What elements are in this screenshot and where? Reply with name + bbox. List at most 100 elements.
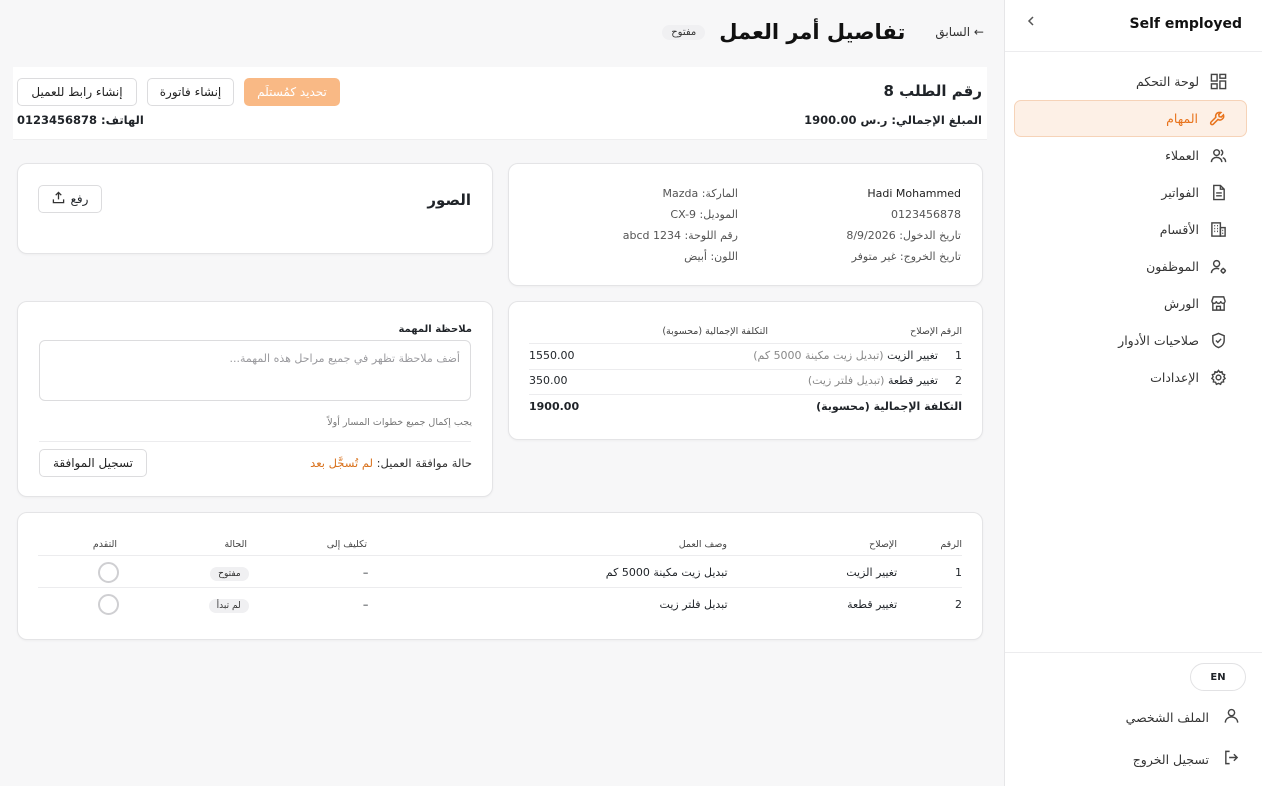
table-row: 1 تغيير الزيت تبديل زيت مكينة 5000 كم – …	[38, 561, 962, 583]
sidebar-item-invoices[interactable]: الفواتير	[1014, 174, 1247, 211]
task-num: 1	[955, 565, 962, 579]
col-repair: الإصلاح	[869, 539, 897, 550]
repair-cost: 1550.00	[529, 349, 575, 362]
repairs-table: الرقم الإصلاح التكلفة الإجمالية (محسوبة)…	[529, 322, 962, 432]
task-note-card: ملاحظة المهمة أضف ملاحظة تظهر في جميع مر…	[17, 301, 493, 497]
sidebar-item-departments[interactable]: الأقسام	[1014, 211, 1247, 248]
sidebar-item-label: المهام	[1166, 111, 1198, 126]
repair-name: تغيير قطعة	[887, 374, 938, 387]
record-approval-button[interactable]: تسجيل الموافقة	[39, 449, 147, 477]
approval-label: حالة موافقة العميل:	[376, 456, 472, 470]
upload-label: رفع	[70, 192, 89, 206]
entry-date: تاريخ الدخول: 8/9/2026	[846, 229, 961, 242]
task-repair: تغيير الزيت	[846, 565, 898, 579]
mark-received-button[interactable]: تحديد كمُستلَم	[244, 78, 340, 106]
col-progress: التقدم	[92, 539, 117, 550]
note-textarea[interactable]: أضف ملاحظة تظهر في جميع مراحل هذه المهمة…	[39, 340, 471, 401]
vehicle-color: اللون: أبيض	[684, 250, 738, 263]
shield-icon	[1209, 332, 1227, 350]
sidebar-item-label: الورش	[1163, 296, 1199, 311]
task-assignee: –	[362, 565, 369, 579]
gear-icon	[1209, 369, 1227, 387]
approval-status: حالة موافقة العميل: لم تُسجَّل بعد	[310, 456, 472, 470]
col-assignee: تكليف إلى	[326, 539, 367, 550]
user-gear-icon	[1209, 258, 1227, 276]
upload-icon	[52, 191, 65, 207]
approval-value: لم تُسجَّل بعد	[310, 456, 374, 470]
status-badge: مفتوح	[662, 24, 706, 40]
total-label: التكلفة الإجمالية (محسوبة)	[816, 400, 962, 413]
total-value: 1900.00	[529, 400, 580, 413]
sidebar-item-dashboard[interactable]: لوحة التحكم	[1014, 63, 1247, 100]
col-num: الرقم	[940, 539, 962, 550]
photos-card: الصور رفع	[17, 163, 493, 254]
sidebar-item-settings[interactable]: الإعدادات	[1014, 359, 1247, 396]
store-icon	[1209, 295, 1227, 313]
sidebar-nav: لوحة التحكم المهام العملاء الفواتير الأق…	[1005, 63, 1262, 396]
sidebar-item-role-permissions[interactable]: صلاحيات الأدوار	[1014, 322, 1247, 359]
progress-toggle[interactable]	[98, 561, 120, 583]
logout-label: تسجيل الخروج	[1132, 751, 1209, 767]
user-icon	[1223, 707, 1240, 727]
order-total: المبلغ الإجمالي: ر.س 1900.00	[804, 113, 982, 127]
back-link[interactable]: ← السابق	[935, 25, 984, 39]
users-icon	[1209, 147, 1227, 165]
page-header: ← السابق تفاصيل أمر العمل مفتوح	[662, 14, 984, 50]
create-customer-link-button[interactable]: إنشاء رابط للعميل	[17, 78, 137, 106]
col-status: الحالة	[224, 539, 247, 550]
language-toggle[interactable]: EN	[1190, 663, 1246, 691]
order-summary-bar: رقم الطلب 8 المبلغ الإجمالي: ر.س 1900.00…	[13, 67, 987, 140]
tasks-card: الرقم الإصلاح وصف العمل تكليف إلى الحالة…	[17, 512, 983, 640]
sidebar: Self employed لوحة التحكم المهام العملاء…	[1004, 0, 1262, 786]
logout-link[interactable]: تسجيل الخروج	[1005, 739, 1262, 779]
task-assignee: –	[362, 597, 369, 611]
sidebar-item-employees[interactable]: الموظفون	[1014, 248, 1247, 285]
main-content: ← السابق تفاصيل أمر العمل مفتوح رقم الطل…	[0, 0, 1004, 786]
repair-detail: (تبديل فلتر زيت)	[807, 374, 885, 387]
logout-icon	[1223, 749, 1240, 769]
repair-detail: (تبديل زيت مكينة 5000 كم)	[753, 349, 884, 362]
task-num: 2	[955, 597, 962, 611]
note-placeholder: أضف ملاحظة تظهر في جميع مراحل هذه المهمة…	[229, 352, 461, 365]
sidebar-item-customers[interactable]: العملاء	[1014, 137, 1247, 174]
chevron-left-icon	[1027, 16, 1034, 26]
collapse-sidebar-button[interactable]	[1025, 15, 1037, 31]
sidebar-item-label: الموظفون	[1146, 259, 1199, 274]
sidebar-header: Self employed	[1005, 0, 1262, 52]
task-description: تبديل فلتر زيت	[659, 597, 728, 611]
table-row: 2 تغيير قطعة تبديل فلتر زيت – لم تبدأ	[38, 593, 962, 615]
wrench-icon	[1208, 110, 1226, 128]
col-num: الرقم	[940, 326, 962, 337]
building-icon	[1209, 221, 1227, 239]
row-num: 1	[955, 349, 962, 362]
task-status-badge: لم تبدأ	[208, 598, 249, 613]
row-num: 2	[955, 374, 962, 387]
sidebar-footer: EN الملف الشخصي تسجيل الخروج	[1005, 652, 1262, 786]
sidebar-item-label: العملاء	[1165, 148, 1199, 163]
task-description: تبديل زيت مكينة 5000 كم	[605, 565, 728, 579]
sidebar-item-label: الإعدادات	[1150, 370, 1199, 385]
task-status-badge: مفتوح	[210, 566, 249, 581]
tasks-table-header: الرقم الإصلاح وصف العمل تكليف إلى الحالة…	[38, 539, 962, 550]
create-invoice-button[interactable]: إنشاء فاتورة	[147, 78, 234, 106]
vehicle-model: الموديل: CX-9	[670, 208, 738, 221]
sidebar-item-label: الأقسام	[1159, 222, 1199, 237]
upload-button[interactable]: رفع	[38, 185, 102, 213]
note-label: ملاحظة المهمة	[398, 324, 472, 335]
repairs-table-header: الرقم الإصلاح التكلفة الإجمالية (محسوبة)	[529, 326, 962, 337]
customer-phone: الهاتف: 0123456878	[17, 113, 144, 127]
vehicle-brand: الماركة: Mazda	[662, 187, 738, 200]
app-title: Self employed	[1129, 16, 1242, 32]
note-hint: يجب إكمال جميع خطوات المسار أولاً	[327, 417, 472, 428]
exit-date: تاريخ الخروج: غير متوفر	[851, 250, 961, 263]
tasks-table: الرقم الإصلاح وصف العمل تكليف إلى الحالة…	[38, 537, 962, 627]
repair-name: تغيير الزيت	[887, 349, 938, 362]
customer-phone-number: 0123456878	[891, 208, 961, 221]
vehicle-plate: رقم اللوحة: abcd 1234	[622, 229, 738, 242]
profile-link[interactable]: الملف الشخصي	[1005, 697, 1262, 737]
progress-toggle[interactable]	[98, 593, 120, 615]
sidebar-item-tasks[interactable]: المهام	[1014, 100, 1247, 137]
sidebar-item-workshops[interactable]: الورش	[1014, 285, 1247, 322]
page-title: تفاصيل أمر العمل	[719, 20, 906, 44]
table-row: 1 تغيير الزيت (تبديل زيت مكينة 5000 كم) …	[529, 349, 962, 362]
